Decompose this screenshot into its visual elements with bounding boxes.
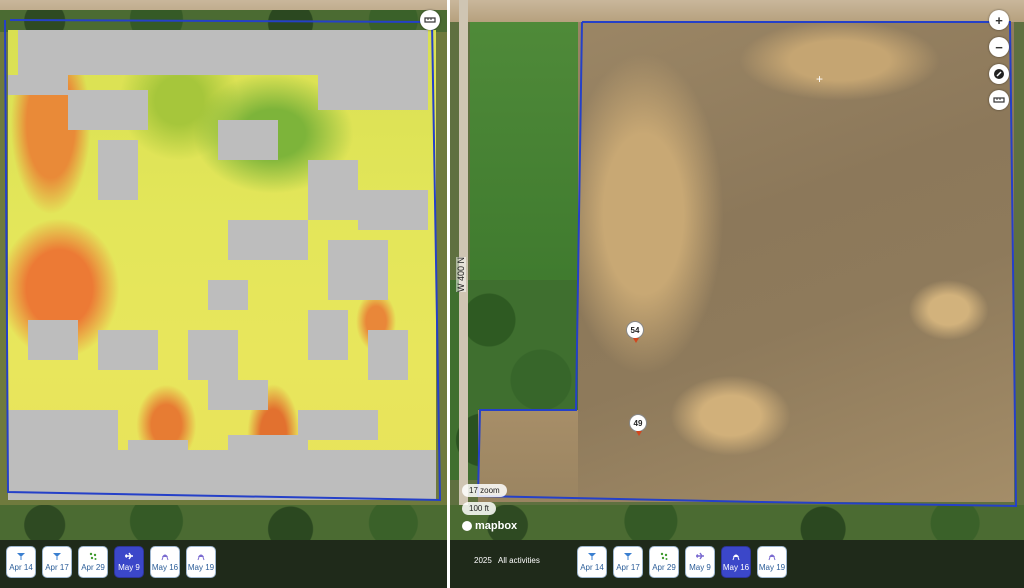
year-activities[interactable]: 2025 All activities bbox=[474, 556, 540, 565]
date-label: May 9 bbox=[118, 563, 140, 572]
satellite-icon bbox=[15, 550, 27, 561]
left-date-chip[interactable]: May 9 bbox=[114, 546, 144, 578]
satellite-icon bbox=[51, 550, 63, 561]
date-label: May 19 bbox=[187, 563, 215, 572]
drone-icon bbox=[766, 550, 778, 561]
zoom-in-button[interactable]: + bbox=[989, 10, 1009, 30]
date-label: May 16 bbox=[722, 563, 750, 572]
road-label: W 400 N bbox=[456, 256, 466, 292]
tree-line-bottom bbox=[0, 505, 447, 545]
tree-line-top bbox=[0, 10, 447, 32]
satellite-icon bbox=[622, 550, 634, 561]
drone-icon bbox=[195, 550, 207, 561]
date-label: May 16 bbox=[151, 563, 179, 572]
plane-icon bbox=[694, 550, 706, 561]
right-date-chip[interactable]: May 9 bbox=[685, 546, 715, 578]
scatter-icon bbox=[87, 550, 99, 561]
left-date-chip[interactable]: Apr 29 bbox=[78, 546, 108, 578]
satellite-icon bbox=[586, 550, 598, 561]
date-label: Apr 17 bbox=[45, 563, 69, 572]
plane-icon bbox=[123, 550, 135, 561]
right-date-chip[interactable]: Apr 14 bbox=[577, 546, 607, 578]
right-date-chip[interactable]: May 16 bbox=[721, 546, 751, 578]
marker-49[interactable]: 49 bbox=[629, 414, 647, 436]
right-date-timeline: Apr 14 Apr 17 Apr 29 May 9 May 16 May 19 bbox=[577, 546, 787, 578]
left-date-chip[interactable]: May 19 bbox=[186, 546, 216, 578]
mapbox-logo: mapbox bbox=[462, 520, 517, 532]
date-label: Apr 14 bbox=[580, 563, 604, 572]
scale-label: 100 ft bbox=[462, 502, 497, 515]
date-label: May 19 bbox=[758, 563, 786, 572]
year-label: 2025 bbox=[474, 556, 492, 565]
right-date-chip[interactable]: May 19 bbox=[757, 546, 787, 578]
left-date-chip[interactable]: Apr 14 bbox=[6, 546, 36, 578]
left-date-chip[interactable]: May 16 bbox=[150, 546, 180, 578]
right-date-chip[interactable]: Apr 17 bbox=[613, 546, 643, 578]
road-strip-right bbox=[450, 0, 1024, 22]
date-label: Apr 14 bbox=[9, 563, 33, 572]
mapbox-icon bbox=[462, 521, 472, 531]
left-map-pane[interactable]: Apr 14 Apr 17 Apr 29 May 9 May 16 May 19 bbox=[0, 0, 447, 588]
road-vertical bbox=[459, 0, 468, 588]
zoom-out-button[interactable]: − bbox=[989, 37, 1009, 57]
ruler-icon[interactable] bbox=[420, 10, 440, 30]
left-date-chip[interactable]: Apr 17 bbox=[42, 546, 72, 578]
drone-icon bbox=[159, 550, 171, 561]
mapbox-text: mapbox bbox=[475, 520, 518, 532]
right-date-chip[interactable]: Apr 29 bbox=[649, 546, 679, 578]
crosshair-icon: + bbox=[816, 72, 824, 86]
activities-label: All activities bbox=[498, 556, 540, 565]
ruler-icon[interactable] bbox=[989, 90, 1009, 110]
grass-lot bbox=[470, 22, 578, 292]
tree-line-bottom-right bbox=[450, 505, 1024, 545]
split-map-view: Apr 14 Apr 17 Apr 29 May 9 May 16 May 19 W 40… bbox=[0, 0, 1024, 588]
compass-icon[interactable] bbox=[989, 64, 1009, 84]
marker-54[interactable]: 54 bbox=[626, 321, 644, 343]
date-label: May 9 bbox=[689, 563, 711, 572]
left-date-timeline: Apr 14 Apr 17 Apr 29 May 9 May 16 May 19 bbox=[6, 546, 216, 578]
date-label: Apr 29 bbox=[81, 563, 105, 572]
zoom-level-label: 17 zoom bbox=[462, 484, 507, 497]
ndvi-overlay bbox=[8, 30, 436, 500]
scatter-icon bbox=[658, 550, 670, 561]
drone-icon bbox=[730, 550, 742, 561]
date-label: Apr 17 bbox=[616, 563, 640, 572]
date-label: Apr 29 bbox=[652, 563, 676, 572]
